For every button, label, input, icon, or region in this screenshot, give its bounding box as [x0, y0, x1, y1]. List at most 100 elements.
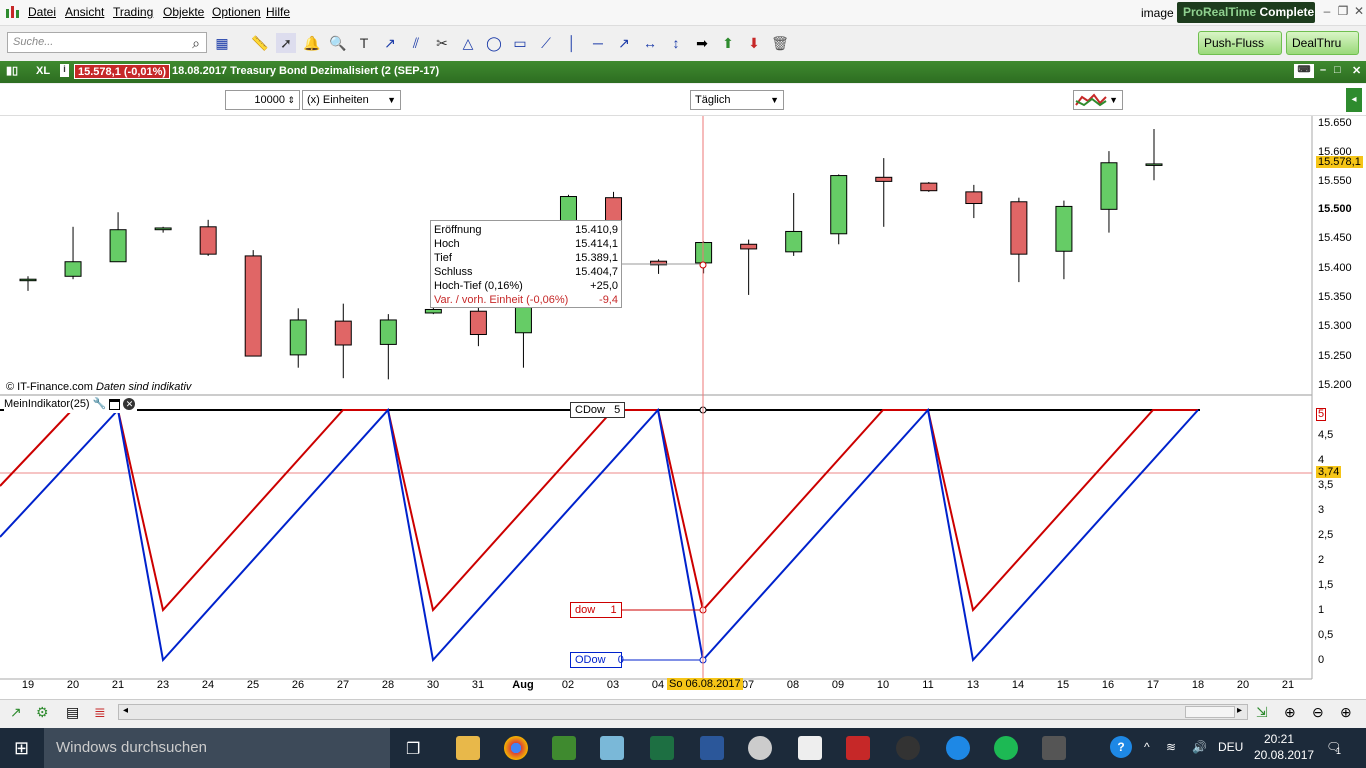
- prorealtime-icon[interactable]: [552, 736, 576, 760]
- x-axis-label: 15: [1056, 679, 1070, 691]
- scroll-left-icon[interactable]: ◂: [123, 705, 128, 716]
- media-icon[interactable]: [896, 736, 920, 760]
- info-icon[interactable]: i: [60, 64, 69, 77]
- horizontal-scrollbar[interactable]: ◂ ▸: [118, 704, 1248, 720]
- alarm-bell-icon[interactable]: 🔔: [302, 33, 322, 53]
- taskbar-search[interactable]: Windows durchsuchen: [44, 728, 390, 768]
- app-icon[interactable]: [600, 736, 624, 760]
- menu-datei[interactable]: Datei: [28, 5, 56, 19]
- satellite-icon[interactable]: [748, 736, 772, 760]
- menu-hilfe[interactable]: Hilfe: [266, 5, 290, 19]
- candle: [965, 184, 983, 219]
- menu-ansicht[interactable]: Ansicht: [65, 5, 104, 19]
- chart-area[interactable]: Eröffnung 15.410,9 Hoch 15.414,1 Tief 15.38…: [0, 116, 1366, 699]
- chart-maximize-button[interactable]: □: [1334, 64, 1341, 76]
- scroll-thumb[interactable]: [1185, 706, 1235, 718]
- text-icon[interactable]: T: [354, 33, 374, 53]
- network-icon[interactable]: ≋: [1166, 740, 1176, 754]
- excel-icon[interactable]: [650, 736, 674, 760]
- odow-value: 0: [617, 654, 624, 666]
- layers-icon[interactable]: ≣: [94, 704, 106, 721]
- clock-date[interactable]: 20.08.2017: [1254, 748, 1314, 762]
- indicator-name[interactable]: MeinIndikator(25): [4, 398, 90, 410]
- chrome-icon[interactable]: [504, 736, 528, 760]
- clock-time[interactable]: 20:21: [1264, 732, 1294, 746]
- trash-icon[interactable]: 🗑: [770, 33, 790, 53]
- task-view-icon[interactable]: ❐: [406, 739, 420, 759]
- pointer-icon[interactable]: ➚: [276, 33, 296, 53]
- tooltip-row: Tief 15.389,1: [434, 251, 618, 265]
- arrow-up-icon[interactable]: ⬆: [718, 33, 738, 53]
- close-button[interactable]: ✕: [1352, 4, 1366, 18]
- symbol-size[interactable]: XL: [36, 65, 50, 77]
- window-icon[interactable]: [109, 398, 121, 410]
- horizontal-line-icon[interactable]: ─: [588, 33, 608, 53]
- add-indicator-icon[interactable]: ↗: [10, 704, 22, 721]
- x-axis-label: 14: [1011, 679, 1025, 691]
- prt-taskbar-icon[interactable]: [1042, 736, 1066, 760]
- explorer-icon[interactable]: [456, 736, 480, 760]
- push-fluss-button[interactable]: Push-Fluss: [1198, 31, 1282, 55]
- search-icon[interactable]: ⌕: [186, 33, 206, 53]
- word-icon[interactable]: [700, 736, 724, 760]
- ruler-icon[interactable]: 📏: [250, 33, 270, 53]
- arrow-line-icon[interactable]: ↗: [614, 33, 634, 53]
- screener-icon[interactable]: ▦: [212, 33, 232, 53]
- triangle-icon[interactable]: △: [458, 33, 478, 53]
- x-axis-label: 25: [246, 679, 260, 691]
- chart-type-icon[interactable]: ▮▯: [6, 64, 18, 77]
- minimize-button[interactable]: –: [1320, 4, 1334, 18]
- search-input[interactable]: Suche...: [7, 32, 207, 53]
- zoom-fit-icon[interactable]: ⊕: [1284, 704, 1296, 721]
- candle: [244, 250, 262, 357]
- chart-close-button[interactable]: ✕: [1352, 64, 1361, 77]
- stepper-icon[interactable]: ⇕: [287, 91, 295, 109]
- arrow-down-icon[interactable]: ⬇: [744, 33, 764, 53]
- vertical-measure-icon[interactable]: ↕: [666, 33, 686, 53]
- vertical-line-icon[interactable]: │: [562, 33, 582, 53]
- fibonacci-icon[interactable]: ✂: [432, 33, 452, 53]
- tooltip-label: Var. / vorh. Einheit (-0,06%): [434, 294, 569, 306]
- language-indicator[interactable]: DEU: [1218, 740, 1243, 754]
- ellipse-icon[interactable]: ◯: [484, 33, 504, 53]
- ray-icon[interactable]: ⟋: [536, 33, 556, 53]
- menu-optionen[interactable]: Optionen: [212, 5, 261, 19]
- calculator-icon[interactable]: [798, 736, 822, 760]
- keyboard-icon[interactable]: ⌨: [1294, 64, 1314, 78]
- maximize-button[interactable]: ❐: [1336, 4, 1350, 18]
- measure-icon[interactable]: ↔: [640, 33, 660, 53]
- autoscale-icon[interactable]: ⇲: [1256, 704, 1268, 721]
- menu-objekte[interactable]: Objekte: [163, 5, 204, 19]
- side-panel-toggle-icon[interactable]: ◂: [1346, 88, 1362, 112]
- close-indicator-icon[interactable]: ✕: [123, 398, 136, 410]
- dealthru-button[interactable]: DealThru: [1286, 31, 1359, 55]
- trendline-icon[interactable]: ↗: [380, 33, 400, 53]
- spotify-icon[interactable]: [994, 736, 1018, 760]
- wrench-icon[interactable]: 🔧: [93, 398, 107, 410]
- rectangle-icon[interactable]: ▭: [510, 33, 530, 53]
- channel-icon[interactable]: ⫽: [406, 33, 426, 53]
- indicator-menu-button[interactable]: ▼: [1073, 90, 1123, 110]
- period-select[interactable]: Täglich ▼: [690, 90, 784, 110]
- chart-minimize-button[interactable]: –: [1320, 64, 1326, 76]
- zoom-icon[interactable]: 🔍: [328, 33, 348, 53]
- zoom-out-icon[interactable]: ⊖: [1312, 704, 1324, 721]
- menu-bar: Datei Ansicht Trading Objekte Optionen H…: [0, 0, 1366, 26]
- arrow-right-icon[interactable]: ➡: [692, 33, 712, 53]
- variables-icon[interactable]: ⚙: [36, 704, 49, 721]
- candle: [64, 226, 82, 280]
- k-app-icon[interactable]: [846, 736, 870, 760]
- volume-icon[interactable]: 🔊: [1192, 740, 1207, 754]
- tray-chevron-icon[interactable]: ^: [1144, 740, 1150, 754]
- help-icon[interactable]: ?: [1110, 736, 1132, 758]
- candle: [109, 212, 127, 263]
- quantity-input[interactable]: 10000 ⇕: [225, 90, 300, 110]
- zoom-in-icon[interactable]: ⊕: [1340, 704, 1352, 721]
- menu-trading[interactable]: Trading: [113, 5, 153, 19]
- browser-icon[interactable]: [946, 736, 970, 760]
- chart-canvas[interactable]: [0, 116, 1366, 699]
- windows-start-icon[interactable]: ⊞: [14, 738, 29, 759]
- unit-select[interactable]: (x) Einheiten ▼: [302, 90, 401, 110]
- scroll-right-icon[interactable]: ▸: [1237, 705, 1242, 716]
- list-icon[interactable]: ▤: [66, 704, 79, 721]
